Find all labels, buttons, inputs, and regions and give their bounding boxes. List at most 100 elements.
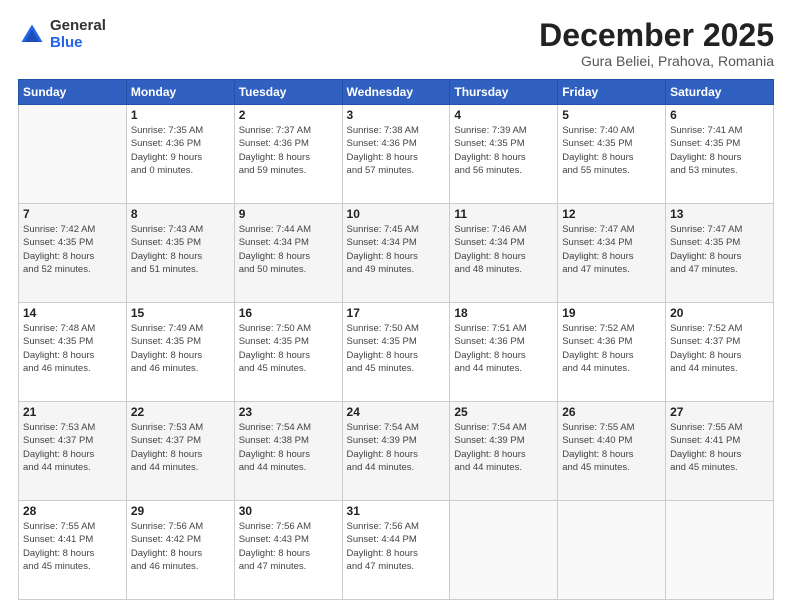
day-detail: Sunrise: 7:44 AM Sunset: 4:34 PM Dayligh…: [239, 223, 338, 276]
day-detail: Sunrise: 7:54 AM Sunset: 4:39 PM Dayligh…: [347, 421, 446, 474]
calendar-cell: 29Sunrise: 7:56 AM Sunset: 4:42 PM Dayli…: [126, 501, 234, 600]
day-number: 21: [23, 405, 122, 419]
day-number: 3: [347, 108, 446, 122]
calendar-cell: 7 Sunrise: 7:42 AM Sunset: 4:35 PM Daylig…: [19, 204, 127, 303]
calendar-cell: 20Sunrise: 7:52 AM Sunset: 4:37 PM Dayli…: [666, 303, 774, 402]
day-detail: Sunrise: 7:39 AM Sunset: 4:35 PM Dayligh…: [454, 124, 553, 177]
calendar-cell: 5Sunrise: 7:40 AM Sunset: 4:35 PM Daylig…: [558, 105, 666, 204]
day-detail: Sunrise: 7:54 AM Sunset: 4:38 PM Dayligh…: [239, 421, 338, 474]
calendar-cell: 25 Sunrise: 7:54 AM Sunset: 4:39 PM Dayli…: [450, 402, 558, 501]
calendar-cell: 30 Sunrise: 7:56 AM Sunset: 4:43 PM Dayli…: [234, 501, 342, 600]
day-number: 24: [347, 405, 446, 419]
calendar-cell: 13 Sunrise: 7:47 AM Sunset: 4:35 PM Dayli…: [666, 204, 774, 303]
day-detail: Sunrise: 7:45 AM Sunset: 4:34 PM Dayligh…: [347, 223, 446, 276]
day-number: 29: [131, 504, 230, 518]
day-number: 19: [562, 306, 661, 320]
day-number: 26: [562, 405, 661, 419]
calendar-cell: 3Sunrise: 7:38 AM Sunset: 4:36 PM Daylig…: [342, 105, 450, 204]
day-detail: Sunrise: 7:40 AM Sunset: 4:35 PM Dayligh…: [562, 124, 661, 177]
day-number: 30: [239, 504, 338, 518]
location-subtitle: Gura Beliei, Prahova, Romania: [539, 53, 774, 69]
day-detail: Sunrise: 7:47 AM Sunset: 4:34 PM Dayligh…: [562, 223, 661, 276]
day-number: 11: [454, 207, 553, 221]
day-detail: Sunrise: 7:42 AM Sunset: 4:35 PM Dayligh…: [23, 223, 122, 276]
day-number: 13: [670, 207, 769, 221]
calendar-cell: 23 Sunrise: 7:54 AM Sunset: 4:38 PM Dayli…: [234, 402, 342, 501]
calendar-cell: 10 Sunrise: 7:45 AM Sunset: 4:34 PM Dayli…: [342, 204, 450, 303]
day-number: 9: [239, 207, 338, 221]
calendar-week-row: 21 Sunrise: 7:53 AM Sunset: 4:37 PM Dayli…: [19, 402, 774, 501]
calendar-cell: 15 Sunrise: 7:49 AM Sunset: 4:35 PM Dayli…: [126, 303, 234, 402]
calendar-cell: 8 Sunrise: 7:43 AM Sunset: 4:35 PM Daylig…: [126, 204, 234, 303]
calendar-cell: 14 Sunrise: 7:48 AM Sunset: 4:35 PM Dayli…: [19, 303, 127, 402]
calendar-cell: 18 Sunrise: 7:51 AM Sunset: 4:36 PM Dayli…: [450, 303, 558, 402]
day-detail: Sunrise: 7:51 AM Sunset: 4:36 PM Dayligh…: [454, 322, 553, 375]
day-number: 1: [131, 108, 230, 122]
month-title: December 2025: [539, 18, 774, 53]
day-number: 28: [23, 504, 122, 518]
day-number: 10: [347, 207, 446, 221]
day-detail: Sunrise: 7:52 AM Sunset: 4:37 PM Dayligh…: [670, 322, 769, 375]
logo-icon: [18, 21, 46, 49]
day-detail: Sunrise: 7:53 AM Sunset: 4:37 PM Dayligh…: [131, 421, 230, 474]
calendar-week-row: 28 Sunrise: 7:55 AM Sunset: 4:41 PM Dayli…: [19, 501, 774, 600]
day-detail: Sunrise: 7:47 AM Sunset: 4:35 PM Dayligh…: [670, 223, 769, 276]
day-number: 7: [23, 207, 122, 221]
calendar-week-row: 14 Sunrise: 7:48 AM Sunset: 4:35 PM Dayli…: [19, 303, 774, 402]
day-detail: Sunrise: 7:56 AM Sunset: 4:43 PM Dayligh…: [239, 520, 338, 573]
calendar-cell: 26Sunrise: 7:55 AM Sunset: 4:40 PM Dayli…: [558, 402, 666, 501]
calendar-cell: 21 Sunrise: 7:53 AM Sunset: 4:37 PM Dayli…: [19, 402, 127, 501]
day-detail: Sunrise: 7:55 AM Sunset: 4:41 PM Dayligh…: [670, 421, 769, 474]
calendar-cell: 9 Sunrise: 7:44 AM Sunset: 4:34 PM Daylig…: [234, 204, 342, 303]
day-number: 31: [347, 504, 446, 518]
day-number: 16: [239, 306, 338, 320]
weekday-header-tuesday: Tuesday: [234, 80, 342, 105]
day-detail: Sunrise: 7:56 AM Sunset: 4:44 PM Dayligh…: [347, 520, 446, 573]
calendar-cell: 6 Sunrise: 7:41 AM Sunset: 4:35 PM Daylig…: [666, 105, 774, 204]
day-detail: Sunrise: 7:43 AM Sunset: 4:35 PM Dayligh…: [131, 223, 230, 276]
calendar-cell: 11Sunrise: 7:46 AM Sunset: 4:34 PM Dayli…: [450, 204, 558, 303]
calendar-cell: 17 Sunrise: 7:50 AM Sunset: 4:35 PM Dayli…: [342, 303, 450, 402]
calendar-cell: [450, 501, 558, 600]
calendar-cell: 4Sunrise: 7:39 AM Sunset: 4:35 PM Daylig…: [450, 105, 558, 204]
calendar-cell: 28 Sunrise: 7:55 AM Sunset: 4:41 PM Dayli…: [19, 501, 127, 600]
day-detail: Sunrise: 7:53 AM Sunset: 4:37 PM Dayligh…: [23, 421, 122, 474]
logo-general-text: General: [50, 18, 106, 35]
weekday-header-friday: Friday: [558, 80, 666, 105]
day-detail: Sunrise: 7:50 AM Sunset: 4:35 PM Dayligh…: [347, 322, 446, 375]
day-number: 17: [347, 306, 446, 320]
day-number: 14: [23, 306, 122, 320]
day-number: 8: [131, 207, 230, 221]
weekday-header-monday: Monday: [126, 80, 234, 105]
day-number: 15: [131, 306, 230, 320]
title-block: December 2025 Gura Beliei, Prahova, Roma…: [539, 18, 774, 69]
weekday-header-row: SundayMondayTuesdayWednesdayThursdayFrid…: [19, 80, 774, 105]
day-detail: Sunrise: 7:55 AM Sunset: 4:41 PM Dayligh…: [23, 520, 122, 573]
day-number: 23: [239, 405, 338, 419]
weekday-header-sunday: Sunday: [19, 80, 127, 105]
logo: General Blue: [18, 18, 106, 51]
day-number: 18: [454, 306, 553, 320]
calendar-cell: 1Sunrise: 7:35 AM Sunset: 4:36 PM Daylig…: [126, 105, 234, 204]
day-detail: Sunrise: 7:48 AM Sunset: 4:35 PM Dayligh…: [23, 322, 122, 375]
day-number: 2: [239, 108, 338, 122]
logo-blue-text: Blue: [50, 35, 106, 52]
day-detail: Sunrise: 7:41 AM Sunset: 4:35 PM Dayligh…: [670, 124, 769, 177]
calendar-cell: 16 Sunrise: 7:50 AM Sunset: 4:35 PM Dayli…: [234, 303, 342, 402]
logo-text: General Blue: [50, 18, 106, 51]
calendar-cell: 2 Sunrise: 7:37 AM Sunset: 4:36 PM Daylig…: [234, 105, 342, 204]
day-detail: Sunrise: 7:49 AM Sunset: 4:35 PM Dayligh…: [131, 322, 230, 375]
page: General Blue December 2025 Gura Beliei, …: [0, 0, 792, 612]
day-number: 6: [670, 108, 769, 122]
day-detail: Sunrise: 7:54 AM Sunset: 4:39 PM Dayligh…: [454, 421, 553, 474]
calendar-week-row: 7 Sunrise: 7:42 AM Sunset: 4:35 PM Daylig…: [19, 204, 774, 303]
day-number: 25: [454, 405, 553, 419]
day-detail: Sunrise: 7:50 AM Sunset: 4:35 PM Dayligh…: [239, 322, 338, 375]
header: General Blue December 2025 Gura Beliei, …: [18, 18, 774, 69]
calendar-cell: 27Sunrise: 7:55 AM Sunset: 4:41 PM Dayli…: [666, 402, 774, 501]
calendar-cell: 24 Sunrise: 7:54 AM Sunset: 4:39 PM Dayli…: [342, 402, 450, 501]
day-detail: Sunrise: 7:37 AM Sunset: 4:36 PM Dayligh…: [239, 124, 338, 177]
calendar-cell: 31 Sunrise: 7:56 AM Sunset: 4:44 PM Dayli…: [342, 501, 450, 600]
weekday-header-wednesday: Wednesday: [342, 80, 450, 105]
calendar-cell: [19, 105, 127, 204]
